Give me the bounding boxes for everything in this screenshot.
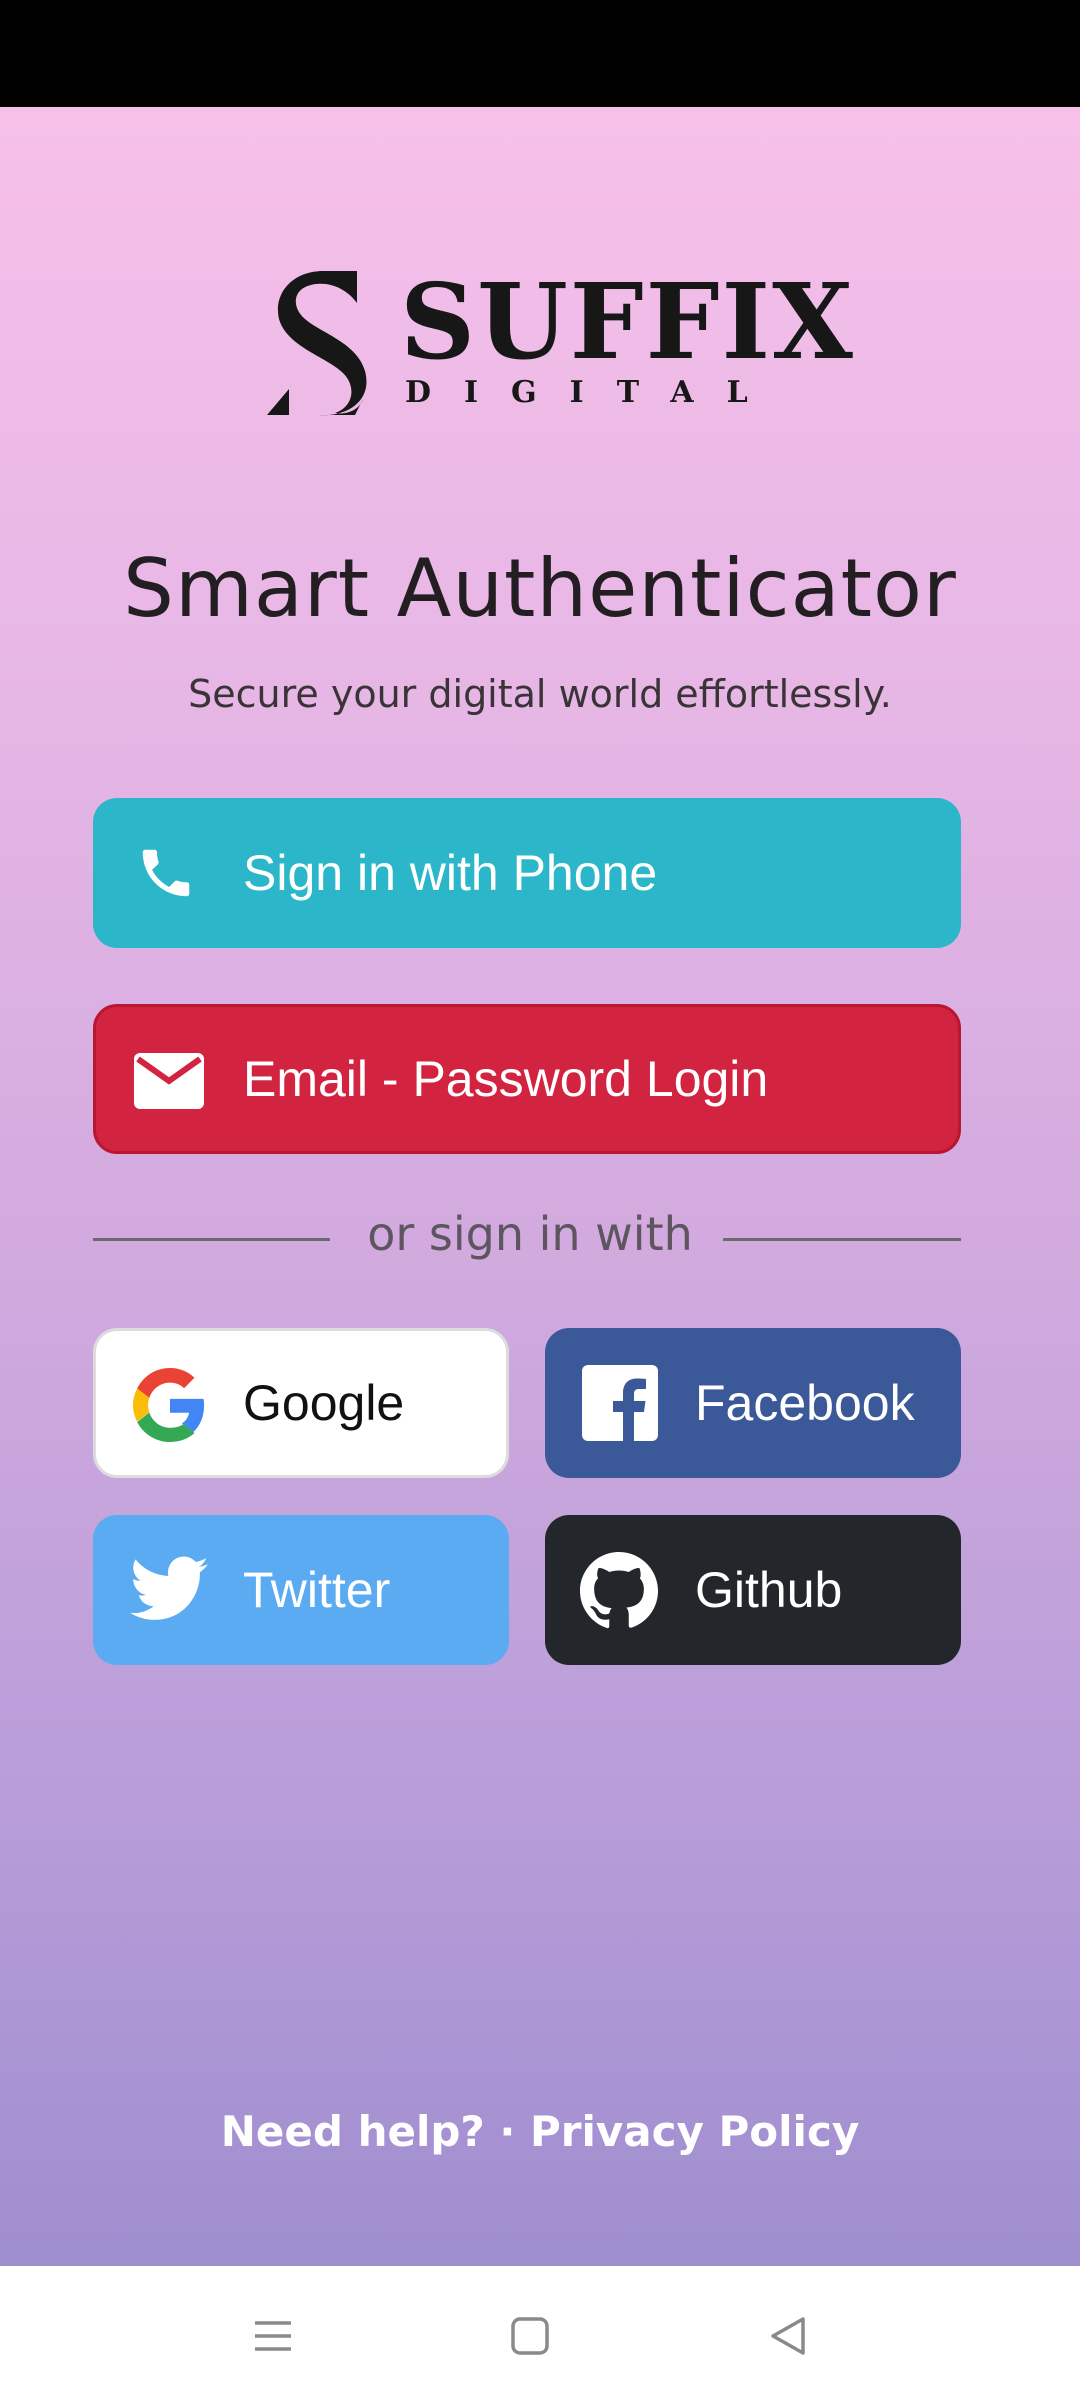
page-title: Smart Authenticator [123,542,957,635]
email-login-button[interactable]: Email - Password Login [93,1004,961,1154]
square-icon[interactable] [500,2306,560,2366]
back-triangle-icon[interactable] [758,2306,818,2366]
divider-text: or sign in with [367,1207,693,1261]
google-label: Google [243,1375,405,1431]
google-sign-in-button[interactable]: Google [93,1328,509,1478]
twitter-label: Twitter [243,1562,391,1618]
page-subtitle: Secure your digital world effortlessly. [188,672,892,716]
login-screen: SUFFIX DIGITAL Smart Authenticator Secur… [0,107,1080,2266]
divider-right-line [723,1238,961,1241]
system-navigation-bar [0,2266,1080,2400]
email-login-label: Email - Password Login [243,1051,769,1107]
need-help-link[interactable]: Need help? [221,2107,485,2156]
facebook-icon [581,1364,659,1442]
sign-in-phone-label: Sign in with Phone [243,845,658,901]
github-icon [579,1551,659,1631]
facebook-label: Facebook [695,1375,915,1431]
sign-in-phone-button[interactable]: Sign in with Phone [93,798,961,948]
github-label: Github [695,1562,843,1618]
menu-icon[interactable] [243,2306,303,2366]
github-sign-in-button[interactable]: Github [545,1515,961,1665]
status-bar [0,0,1080,107]
brand-tagline: DIGITAL [405,375,781,410]
logo-s-mark [267,271,367,416]
twitter-icon [129,1555,209,1623]
facebook-sign-in-button[interactable]: Facebook [545,1328,961,1478]
envelope-icon [134,1051,204,1111]
footer-links: Need help? · Privacy Policy [0,2107,1080,2156]
google-icon [132,1367,208,1443]
brand-name: SUFFIX [400,260,855,383]
brand-logo: SUFFIX DIGITAL [265,267,853,417]
privacy-policy-link[interactable]: Privacy Policy [530,2107,859,2156]
footer-separator: · [484,2107,530,2156]
phone-icon [133,840,199,906]
twitter-sign-in-button[interactable]: Twitter [93,1515,509,1665]
divider-left-line [93,1238,330,1241]
